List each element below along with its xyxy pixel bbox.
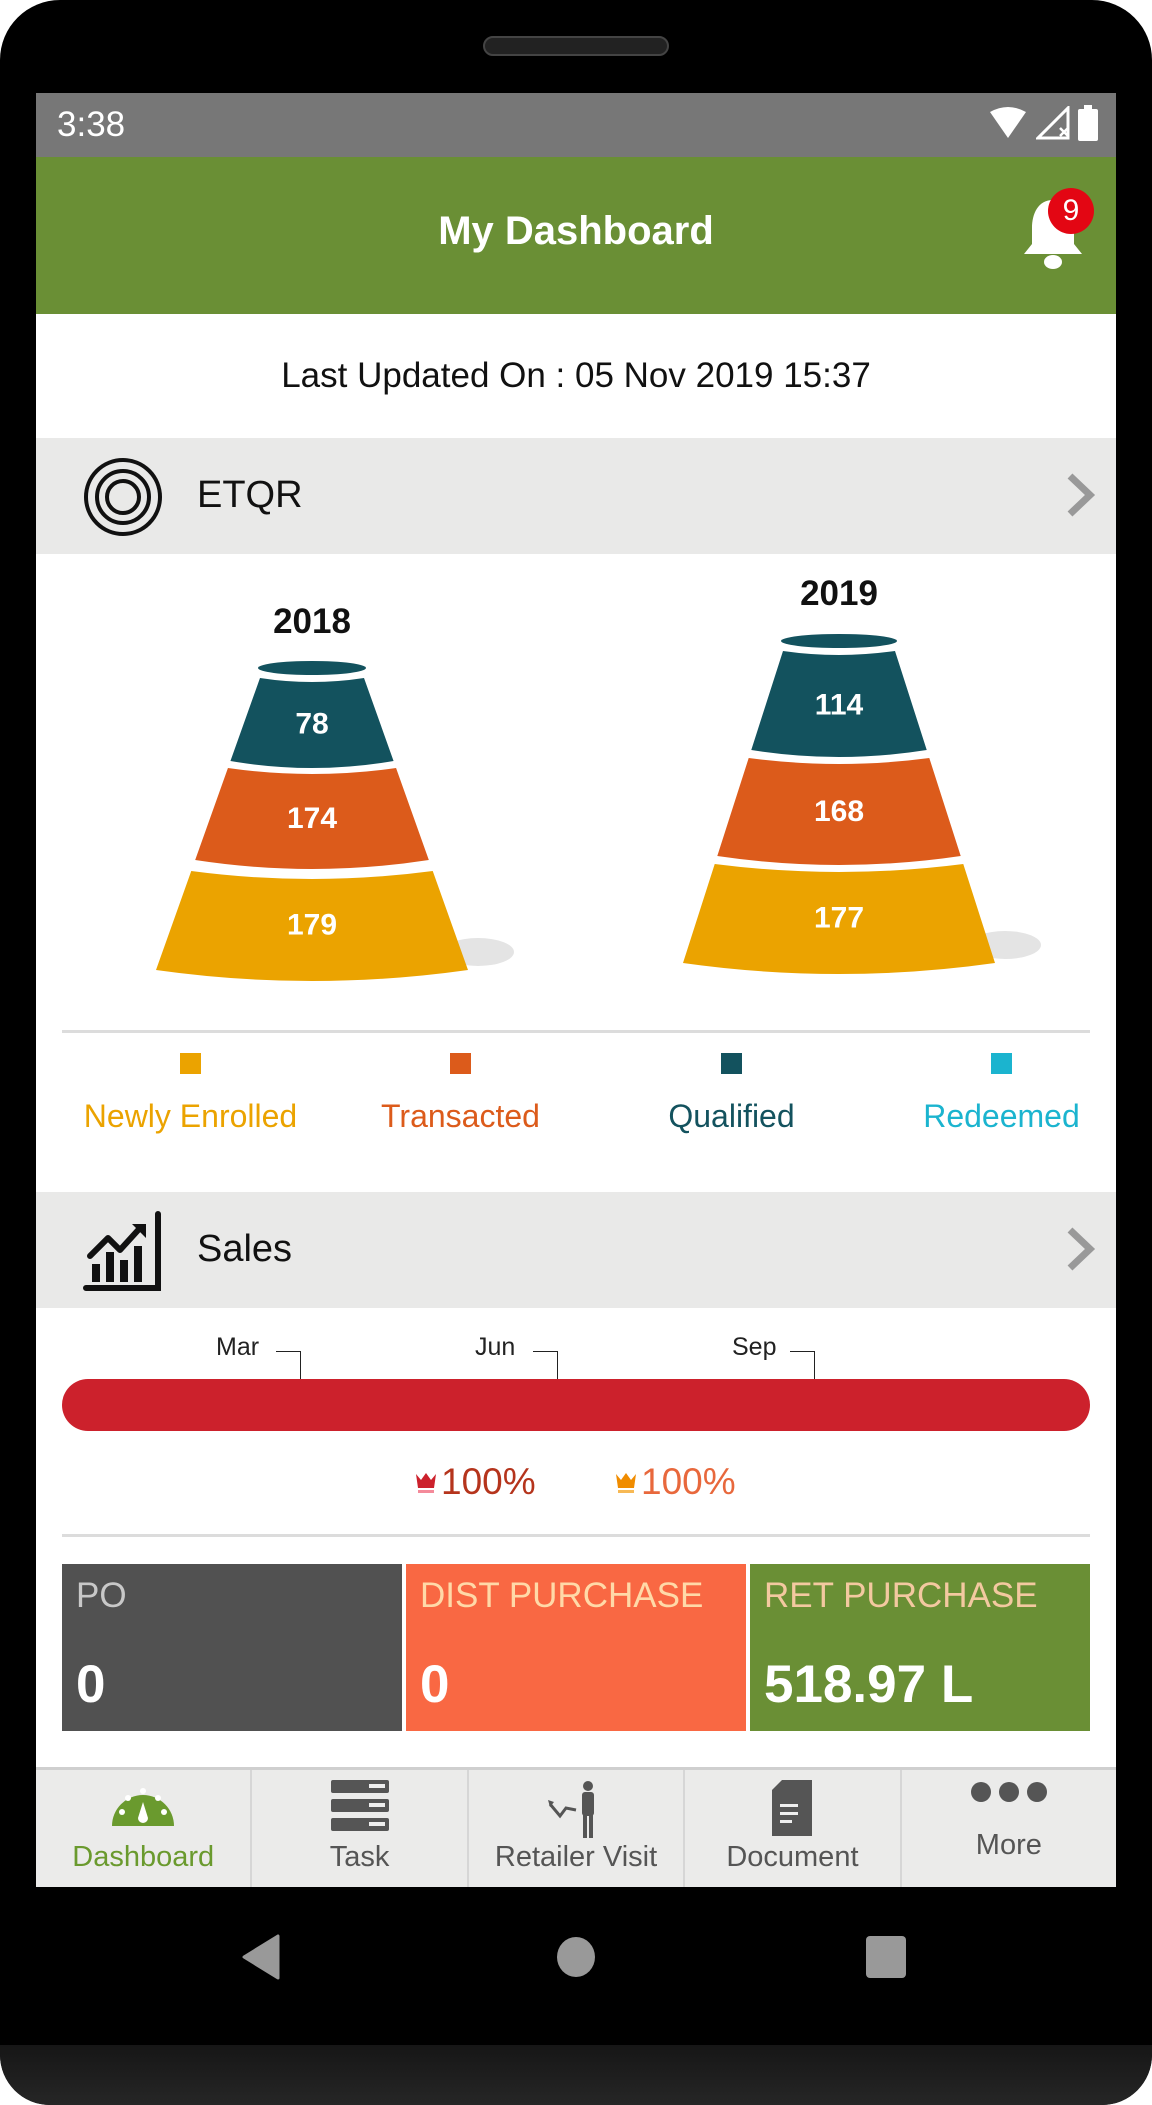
last-updated-text: Last Updated On : 05 Nov 2019 15:37 xyxy=(281,356,871,395)
achievement-target: 100% xyxy=(414,1461,536,1503)
funnel-value-label: 168 xyxy=(814,795,864,828)
nav-task[interactable]: Task xyxy=(252,1770,469,1887)
month-label: Jun xyxy=(475,1333,516,1361)
sales-progress-bar xyxy=(62,1379,1090,1431)
tile-label: DIST PURCHASE xyxy=(420,1576,704,1615)
month-label: Mar xyxy=(216,1333,260,1361)
funnel-top-cap xyxy=(258,661,366,675)
sales-title: Sales xyxy=(197,1228,293,1270)
legend-label: Redeemed xyxy=(923,1098,1080,1134)
nav-dashboard[interactable]: Dashboard xyxy=(36,1770,253,1887)
tile-po[interactable]: PO 0 xyxy=(62,1564,402,1731)
funnel-year-label: 2019 xyxy=(800,574,878,613)
sales-achievements: 100% 100% xyxy=(36,1461,1116,1511)
wifi-icon xyxy=(990,107,1026,138)
funnel-top-cap xyxy=(781,634,897,648)
crown-icon xyxy=(416,1473,436,1493)
document-icon xyxy=(772,1780,813,1836)
legend-item-redeemed: Redeemed xyxy=(873,1053,1116,1135)
nav-retailer-visit[interactable]: Retailer Visit xyxy=(469,1770,686,1887)
tile-dist-purchase[interactable]: DIST PURCHASE 0 xyxy=(406,1564,746,1731)
funnel-value-label: 174 xyxy=(287,802,337,835)
system-navigation-bar xyxy=(0,1900,1152,2000)
sales-section-header[interactable]: Sales xyxy=(36,1192,1116,1308)
funnel-value-label: 179 xyxy=(287,909,337,942)
back-icon[interactable] xyxy=(242,1934,280,1980)
legend-item-newly-enrolled: Newly Enrolled xyxy=(62,1053,319,1135)
legend-item-qualified: Qualified xyxy=(603,1053,860,1135)
target-rings-icon xyxy=(84,458,162,536)
legend-swatch xyxy=(450,1053,471,1074)
nav-label: Retailer Visit xyxy=(494,1841,658,1873)
page-title: My Dashboard xyxy=(438,209,714,253)
nav-label: More xyxy=(975,1829,1042,1861)
etqr-section-header[interactable]: ETQR xyxy=(36,438,1116,554)
tile-value: 0 xyxy=(76,1655,106,1714)
nav-label: Document xyxy=(726,1841,859,1873)
tile-label: RET PURCHASE xyxy=(764,1576,1038,1615)
legend-swatch xyxy=(991,1053,1012,1074)
achievement-value: 100% xyxy=(441,1461,536,1502)
funnel-2018: 78 174 179 2018 xyxy=(156,602,514,981)
funnel-value-label: 78 xyxy=(295,708,328,741)
app-screen: 3:38 My Dashboard 9 Last Updated On : 05… xyxy=(36,93,1116,1887)
legend-swatch xyxy=(180,1053,201,1074)
signal-off-icon xyxy=(1036,106,1070,140)
nav-label: Task xyxy=(329,1841,390,1873)
retailer-visit-icon xyxy=(548,1781,595,1838)
nav-document[interactable]: Document xyxy=(685,1770,902,1887)
etqr-funnel-chart: 78 174 179 2018 114 168 177 2019 xyxy=(156,574,1041,981)
divider xyxy=(62,1030,1090,1033)
status-time: 3:38 xyxy=(57,105,126,144)
sales-growth-chart-icon xyxy=(83,1211,161,1291)
tile-label: PO xyxy=(76,1576,127,1615)
legend-label: Transacted xyxy=(381,1098,540,1134)
notifications-button[interactable]: 9 xyxy=(1018,188,1094,272)
funnel-2019: 114 168 177 2019 xyxy=(683,574,1041,974)
legend-label: Newly Enrolled xyxy=(83,1098,298,1134)
purchase-summary-tiles: PO 0 DIST PURCHASE 0 RET PURCHASE 518.97… xyxy=(62,1564,1090,1731)
earpiece-speaker xyxy=(483,36,669,56)
home-icon[interactable] xyxy=(556,1936,596,1978)
funnel-value-label: 177 xyxy=(814,902,864,935)
funnel-year-label: 2018 xyxy=(273,602,351,641)
status-bar: 3:38 xyxy=(36,93,1116,157)
legend-item-transacted: Transacted xyxy=(332,1053,589,1135)
sales-month-markers: Mar Jun Sep xyxy=(62,1333,1090,1384)
more-dots-icon xyxy=(970,1782,1047,1802)
funnel-value-label: 114 xyxy=(815,689,864,722)
dashboard-gauge-icon xyxy=(112,1788,175,1826)
legend-swatch xyxy=(721,1053,742,1074)
month-label: Sep xyxy=(732,1333,777,1361)
bottom-navigation: Dashboard Task Retailer Visit Document M… xyxy=(36,1767,1116,1887)
recents-icon[interactable] xyxy=(866,1936,906,1978)
achievement-value: 100% xyxy=(641,1461,736,1502)
nav-label: Dashboard xyxy=(72,1841,215,1873)
legend-label: Qualified xyxy=(668,1098,795,1134)
nav-more[interactable]: More xyxy=(902,1770,1116,1887)
tile-value: 0 xyxy=(420,1655,450,1714)
divider xyxy=(62,1534,1090,1537)
crown-icon xyxy=(616,1473,636,1493)
chevron-right-icon[interactable] xyxy=(1064,472,1096,518)
achievement-actual: 100% xyxy=(614,1461,736,1503)
phone-frame: 3:38 My Dashboard 9 Last Updated On : 05… xyxy=(0,0,1152,2105)
phone-chin xyxy=(0,2045,1152,2105)
tile-value: 518.97 L xyxy=(764,1655,974,1714)
task-list-icon xyxy=(330,1780,389,1831)
notification-badge: 9 xyxy=(1048,188,1094,234)
battery-icon xyxy=(1078,105,1098,141)
chevron-right-icon[interactable] xyxy=(1064,1226,1096,1272)
tile-ret-purchase[interactable]: RET PURCHASE 518.97 L xyxy=(750,1564,1090,1731)
etqr-title: ETQR xyxy=(197,474,303,516)
chart-legend: Newly Enrolled Transacted Qualified Rede… xyxy=(62,1053,1090,1143)
app-header: My Dashboard 9 xyxy=(36,157,1116,314)
